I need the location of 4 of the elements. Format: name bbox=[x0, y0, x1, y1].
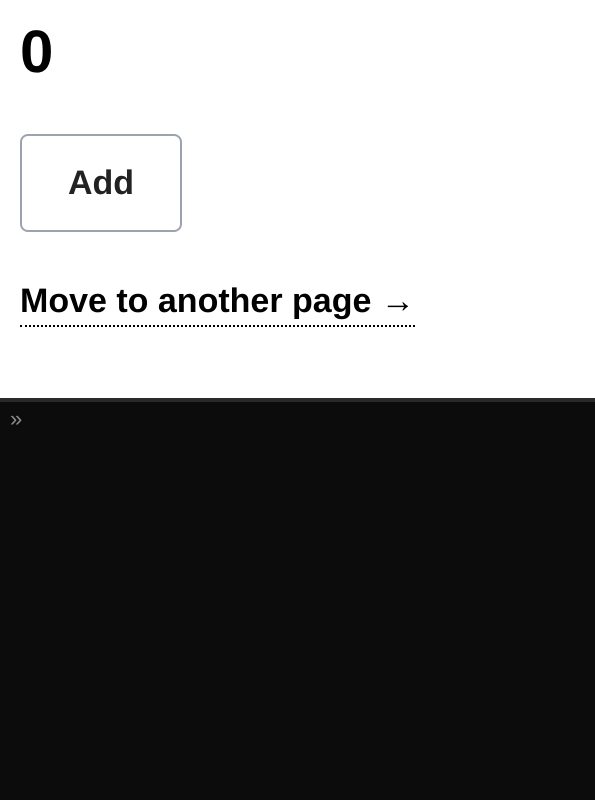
page-link[interactable]: Move to another page → bbox=[20, 280, 415, 326]
console-prompt[interactable]: » bbox=[10, 406, 22, 431]
add-button[interactable]: Add bbox=[20, 134, 182, 232]
counter-value: 0 bbox=[20, 22, 54, 82]
